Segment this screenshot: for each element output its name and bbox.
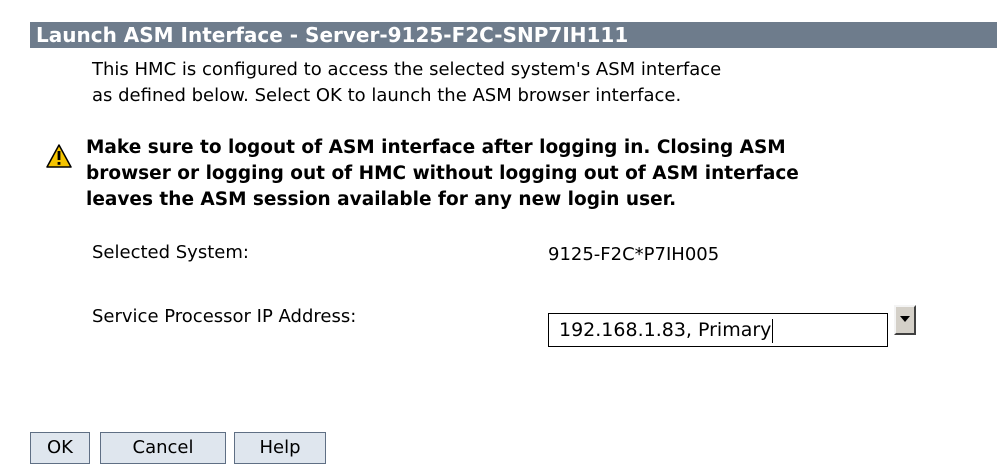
help-button[interactable]: Help	[234, 432, 326, 464]
warning-triangle-icon	[46, 144, 72, 168]
dialog-title: Launch ASM Interface - Server-9125-F2C-S…	[30, 22, 997, 48]
selected-system-value: 9125-F2C*P7IH005	[548, 244, 720, 265]
sp-ip-address-select[interactable]: 192.168.1.83, Primary	[548, 313, 888, 347]
cancel-button[interactable]: Cancel	[100, 432, 226, 464]
warning-line-1: Make sure to logout of ASM interface aft…	[86, 137, 786, 158]
sp-ip-address-value: 192.168.1.83, Primary	[559, 319, 772, 341]
selected-system-label: Selected System:	[92, 242, 249, 263]
intro-line-2: as defined below. Select OK to launch th…	[92, 85, 682, 106]
launch-asm-dialog: Launch ASM Interface - Server-9125-F2C-S…	[0, 0, 997, 474]
chevron-down-icon	[900, 316, 910, 322]
intro-text: This HMC is configured to access the sel…	[92, 57, 972, 109]
text-cursor	[772, 318, 774, 343]
warning-text: Make sure to logout of ASM interface aft…	[86, 135, 986, 213]
ok-button[interactable]: OK	[30, 432, 90, 464]
sp-ip-dropdown-button[interactable]	[894, 305, 916, 335]
sp-ip-address-label: Service Processor IP Address:	[92, 306, 357, 327]
warning-line-2: browser or logging out of HMC without lo…	[86, 163, 799, 184]
intro-line-1: This HMC is configured to access the sel…	[92, 59, 722, 80]
warning-line-3: leaves the ASM session available for any…	[86, 189, 677, 210]
